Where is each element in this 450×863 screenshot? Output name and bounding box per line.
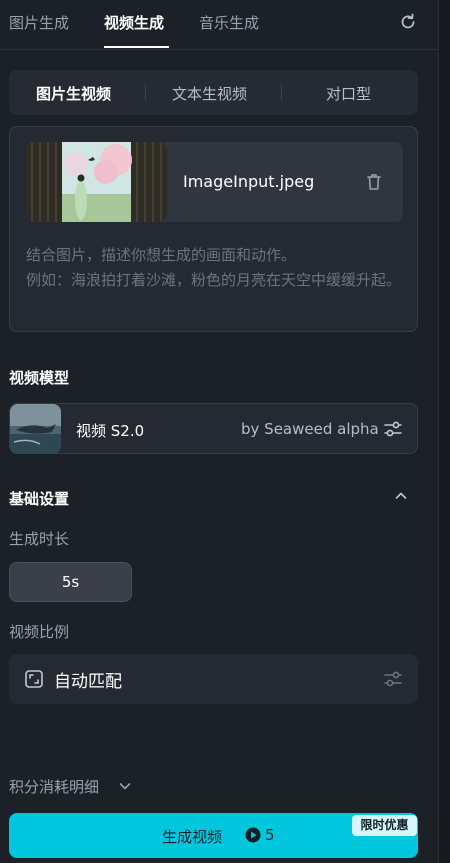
promo-badge: 限时优惠 — [352, 815, 417, 836]
model-thumbnail — [10, 404, 61, 454]
prompt-input[interactable]: 结合图片，描述你想生成的画面和动作。 例如：海浪拍打着沙滩，粉色的月亮在天空中缓… — [26, 243, 406, 293]
duration-label: 生成时长 — [9, 530, 70, 548]
tab-video-generation[interactable]: 视频生成 — [104, 12, 164, 33]
credit-cost: 5 — [265, 826, 275, 844]
mode-selector: 图片生视频 文本生视频 对口型 — [9, 70, 418, 115]
tab-music-generation[interactable]: 音乐生成 — [199, 12, 259, 33]
model-selector[interactable]: 视频 S2.0 by Seaweed alpha — [9, 403, 418, 454]
side-panel: 图片生成 视频生成 音乐生成 图片生视频 文本生视频 对口型 ImageInpu… — [0, 0, 438, 863]
model-provider: by Seaweed alpha — [241, 420, 379, 438]
mode-text-to-video[interactable]: 文本生视频 — [172, 83, 247, 104]
basic-settings-title: 基础设置 — [9, 490, 70, 508]
tab-image-generation[interactable]: 图片生成 — [9, 12, 69, 33]
credits-detail-link[interactable]: 积分消耗明细 — [9, 776, 99, 797]
scrollbar[interactable] — [438, 0, 450, 863]
aspect-ratio-selector[interactable]: 自动匹配 — [9, 654, 418, 704]
credit-icon — [245, 827, 261, 843]
active-tab-indicator — [104, 46, 169, 48]
file-name: ImageInput.jpeg — [183, 172, 315, 191]
refresh-icon[interactable] — [398, 12, 418, 32]
aspect-ratio-icon — [25, 670, 43, 688]
model-section-title: 视频模型 — [9, 369, 70, 387]
delete-icon[interactable] — [364, 172, 384, 192]
uploaded-file[interactable]: ImageInput.jpeg — [26, 142, 403, 222]
chevron-down-icon[interactable] — [118, 779, 132, 793]
sliders-icon[interactable] — [383, 420, 403, 438]
top-tab-bar: 图片生成 视频生成 音乐生成 — [0, 0, 438, 50]
divider — [145, 85, 146, 100]
aspect-ratio-value: 自动匹配 — [54, 672, 122, 692]
uploaded-image-thumbnail — [26, 142, 167, 222]
divider — [281, 85, 282, 100]
image-prompt-card: ImageInput.jpeg 结合图片，描述你想生成的画面和动作。 例如：海浪… — [9, 126, 418, 332]
chevron-up-icon[interactable] — [393, 488, 409, 504]
mode-image-to-video[interactable]: 图片生视频 — [36, 83, 111, 104]
duration-option-5s[interactable]: 5s — [9, 562, 132, 602]
generate-label: 生成视频 — [162, 828, 223, 846]
sliders-icon[interactable] — [383, 670, 403, 688]
aspect-ratio-label: 视频比例 — [9, 623, 70, 641]
mode-lip-sync[interactable]: 对口型 — [326, 83, 371, 104]
model-name: 视频 S2.0 — [76, 422, 145, 440]
